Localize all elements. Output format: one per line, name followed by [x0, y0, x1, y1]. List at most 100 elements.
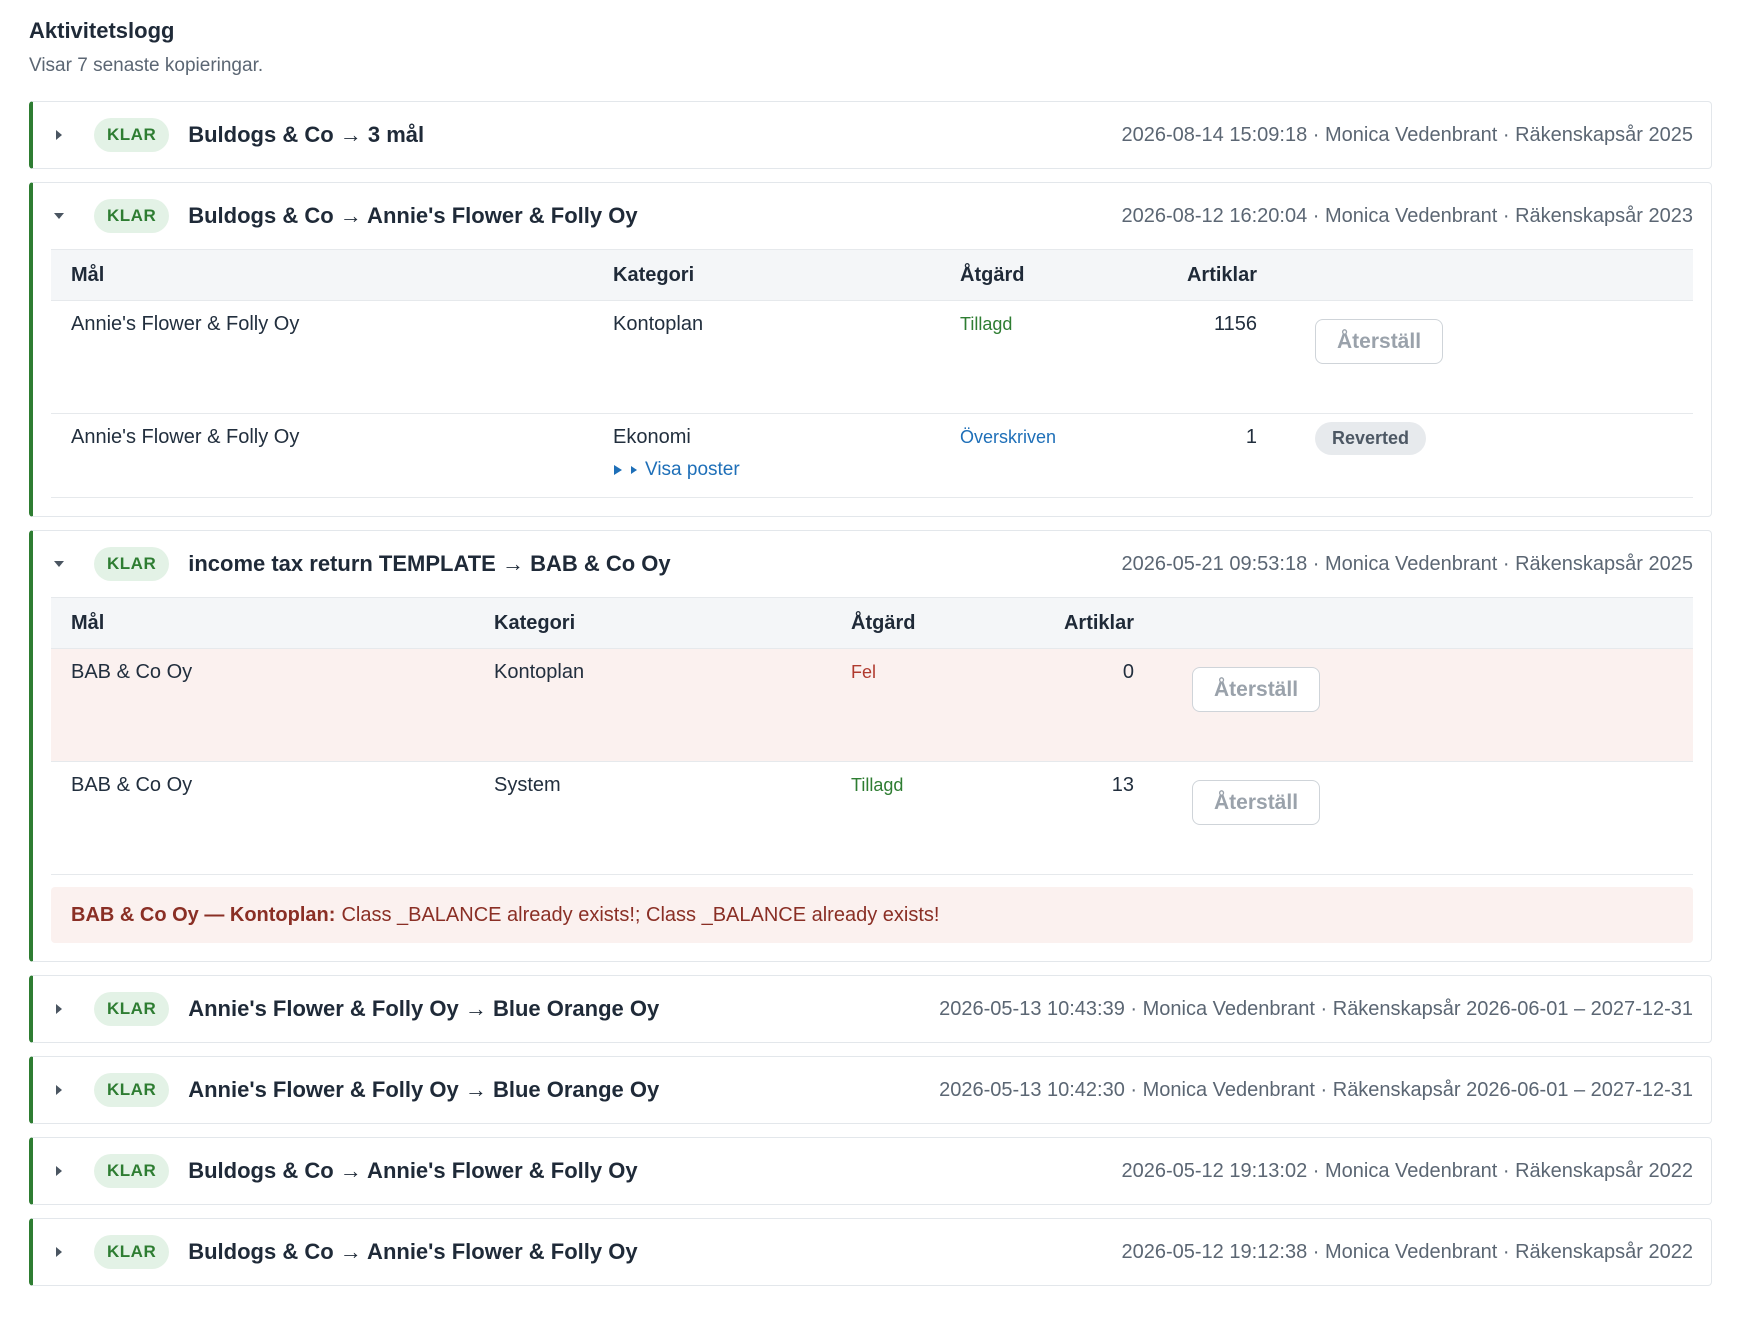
log-entry-title: Buldogs & Co → Annie's Flower & Folly Oy — [188, 1158, 638, 1183]
log-entries: KLAR Buldogs & Co → 3 mål 2026-08-14 15:… — [29, 101, 1712, 1286]
log-entry-meta: 2026-08-12 16:20:04 · Monica Vedenbrant … — [1121, 204, 1694, 227]
table-row: Annie's Flower & Folly Oy Ekonomi Visa p… — [51, 413, 1693, 498]
status-badge: KLAR — [94, 1154, 170, 1188]
error-text: Class _BALANCE already exists!; Class _B… — [341, 903, 940, 926]
cell-category: Kontoplan — [474, 648, 831, 762]
cell-target: Annie's Flower & Folly Oy — [51, 413, 593, 498]
log-entry: KLAR income tax return TEMPLATE → BAB & … — [29, 530, 1712, 962]
log-entry-title: Buldogs & Co → Annie's Flower & Folly Oy — [188, 203, 638, 228]
log-entry-meta: 2026-05-12 19:12:38 · Monica Vedenbrant … — [1121, 1240, 1694, 1263]
column-header-controls — [1277, 249, 1693, 301]
status-badge: KLAR — [94, 1235, 170, 1269]
caret-right-icon[interactable] — [53, 1246, 65, 1258]
table-row: BAB & Co Oy System Tillagd 13 Återställ — [51, 761, 1693, 875]
caret-right-icon[interactable] — [53, 129, 65, 141]
show-posts-label: Visa poster — [645, 459, 740, 480]
status-badge: KLAR — [94, 199, 170, 233]
cell-action: Tillagd — [940, 300, 1127, 414]
table-header-row: Mål Kategori Åtgärd Artiklar — [51, 597, 1693, 649]
log-entry-title: income tax return TEMPLATE → BAB & Co Oy — [188, 551, 671, 576]
cell-action: Överskriven — [940, 413, 1127, 498]
column-header-articles: Artiklar — [1127, 249, 1277, 301]
log-entry-details: Mål Kategori Åtgärd Artiklar BAB & Co Oy… — [33, 597, 1711, 961]
copy-details-table: Mål Kategori Åtgärd Artiklar Annie's Flo… — [51, 249, 1693, 498]
cell-target: Annie's Flower & Folly Oy — [51, 300, 593, 414]
status-badge: KLAR — [94, 1073, 170, 1107]
table-row: BAB & Co Oy Kontoplan Fel 0 Återställ — [51, 648, 1693, 762]
log-entry-header[interactable]: KLAR Annie's Flower & Folly Oy → Blue Or… — [33, 976, 1711, 1042]
activity-log-panel: Aktivitetslogg Visar 7 senaste kopiering… — [29, 16, 1712, 1299]
cell-articles: 13 — [1001, 761, 1154, 875]
cell-action: Fel — [831, 648, 1001, 762]
caret-right-icon[interactable] — [53, 1003, 65, 1015]
restore-button[interactable]: Återställ — [1192, 667, 1321, 712]
cell-target: BAB & Co Oy — [51, 761, 474, 875]
log-entry-header[interactable]: KLAR Buldogs & Co → 3 mål 2026-08-14 15:… — [33, 102, 1711, 168]
action-added-label: Tillagd — [851, 775, 904, 795]
log-entry-header[interactable]: KLAR Annie's Flower & Folly Oy → Blue Or… — [33, 1057, 1711, 1123]
restore-button[interactable]: Återställ — [1192, 780, 1321, 825]
action-overwritten-label: Överskriven — [960, 427, 1057, 447]
copy-details-table: Mål Kategori Åtgärd Artiklar BAB & Co Oy… — [51, 597, 1693, 875]
status-badge: KLAR — [94, 118, 170, 152]
column-header-target: Mål — [51, 249, 593, 301]
log-entry-meta: 2026-08-14 15:09:18 · Monica Vedenbrant … — [1121, 123, 1694, 146]
cell-articles: 1 — [1127, 413, 1277, 498]
column-header-target: Mål — [51, 597, 474, 649]
page-subtitle: Visar 7 senaste kopieringar. — [29, 55, 264, 76]
log-entry: KLAR Buldogs & Co → Annie's Flower & Fol… — [29, 182, 1712, 517]
action-added-label: Tillagd — [960, 314, 1013, 334]
log-entry: KLAR Annie's Flower & Folly Oy → Blue Or… — [29, 1056, 1712, 1124]
cell-controls: Reverted — [1277, 413, 1693, 498]
cell-controls: Återställ — [1154, 648, 1693, 762]
status-badge: KLAR — [94, 992, 170, 1026]
column-header-articles: Artiklar — [1001, 597, 1154, 649]
log-entry: KLAR Buldogs & Co → Annie's Flower & Fol… — [29, 1218, 1712, 1286]
restore-button[interactable]: Återställ — [1315, 319, 1444, 364]
log-entry-details: Mål Kategori Åtgärd Artiklar Annie's Flo… — [33, 249, 1711, 516]
error-label: BAB & Co Oy — Kontoplan: — [71, 903, 336, 926]
column-header-category: Kategori — [474, 597, 831, 649]
page-title: Aktivitetslogg — [29, 18, 175, 43]
caret-down-icon[interactable] — [53, 558, 65, 570]
log-entry-title: Buldogs & Co → Annie's Flower & Folly Oy — [188, 1239, 638, 1264]
log-entry-title: Annie's Flower & Folly Oy → Blue Orange … — [188, 1077, 660, 1102]
log-entry-header[interactable]: KLAR income tax return TEMPLATE → BAB & … — [33, 531, 1711, 597]
action-error-label: Fel — [851, 662, 877, 682]
cell-category: Kontoplan — [593, 300, 940, 414]
expand-arrows-icon — [613, 464, 639, 476]
column-header-action: Åtgärd — [831, 597, 1001, 649]
cell-articles: 0 — [1001, 648, 1154, 762]
cell-controls: Återställ — [1277, 300, 1693, 414]
category-label: Ekonomi — [613, 426, 691, 448]
reverted-badge: Reverted — [1315, 422, 1427, 455]
column-header-action: Åtgärd — [940, 249, 1127, 301]
column-header-category: Kategori — [593, 249, 940, 301]
log-entry-meta: 2026-05-21 09:53:18 · Monica Vedenbrant … — [1121, 552, 1694, 575]
show-posts-link[interactable]: Visa poster — [613, 459, 920, 481]
cell-target: BAB & Co Oy — [51, 648, 474, 762]
cell-articles: 1156 — [1127, 300, 1277, 414]
log-entry-meta: 2026-05-13 10:43:39 · Monica Vedenbrant … — [939, 997, 1693, 1020]
log-entry-meta: 2026-05-12 19:13:02 · Monica Vedenbrant … — [1121, 1159, 1694, 1182]
cell-category: System — [474, 761, 831, 875]
table-header-row: Mål Kategori Åtgärd Artiklar — [51, 249, 1693, 301]
log-entry: KLAR Annie's Flower & Folly Oy → Blue Or… — [29, 975, 1712, 1043]
column-header-controls — [1154, 597, 1693, 649]
log-entry-title: Buldogs & Co → 3 mål — [188, 122, 425, 147]
log-entry-meta: 2026-05-13 10:42:30 · Monica Vedenbrant … — [939, 1078, 1693, 1101]
cell-action: Tillagd — [831, 761, 1001, 875]
caret-down-icon[interactable] — [53, 210, 65, 222]
table-row: Annie's Flower & Folly Oy Kontoplan Till… — [51, 300, 1693, 414]
log-entry: KLAR Buldogs & Co → Annie's Flower & Fol… — [29, 1137, 1712, 1205]
log-entry: KLAR Buldogs & Co → 3 mål 2026-08-14 15:… — [29, 101, 1712, 169]
log-entry-header[interactable]: KLAR Buldogs & Co → Annie's Flower & Fol… — [33, 183, 1711, 249]
log-entry-header[interactable]: KLAR Buldogs & Co → Annie's Flower & Fol… — [33, 1219, 1711, 1285]
cell-controls: Återställ — [1154, 761, 1693, 875]
cell-category: Ekonomi Visa poster — [593, 413, 940, 498]
caret-right-icon[interactable] — [53, 1084, 65, 1096]
log-entry-header[interactable]: KLAR Buldogs & Co → Annie's Flower & Fol… — [33, 1138, 1711, 1204]
error-message-box: BAB & Co Oy — Kontoplan: Class _BALANCE … — [51, 887, 1693, 943]
log-entry-title: Annie's Flower & Folly Oy → Blue Orange … — [188, 996, 660, 1021]
caret-right-icon[interactable] — [53, 1165, 65, 1177]
